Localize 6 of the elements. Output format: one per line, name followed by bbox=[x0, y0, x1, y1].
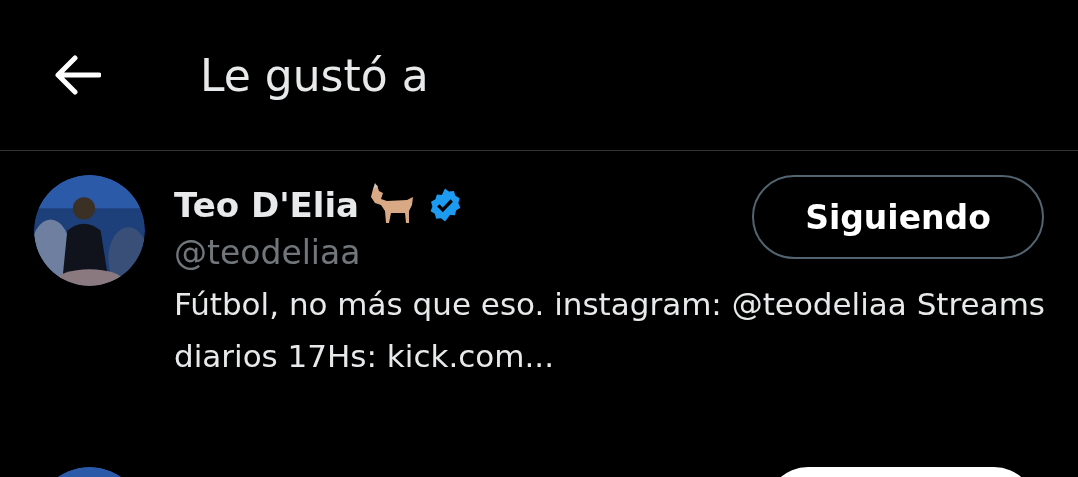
user-name[interactable]: Teo D'Elia bbox=[174, 185, 360, 225]
page-title: Le gustó a bbox=[200, 49, 429, 101]
follow-button[interactable]: Siguiendo bbox=[752, 175, 1044, 259]
user-handle: @teodeliaa bbox=[174, 233, 362, 272]
back-arrow-icon[interactable] bbox=[53, 55, 101, 95]
user-bio: Fútbol, no más que eso. instagram: @teodeliaa Streams diarios 17Hs: kick.com... bbox=[174, 285, 1046, 376]
